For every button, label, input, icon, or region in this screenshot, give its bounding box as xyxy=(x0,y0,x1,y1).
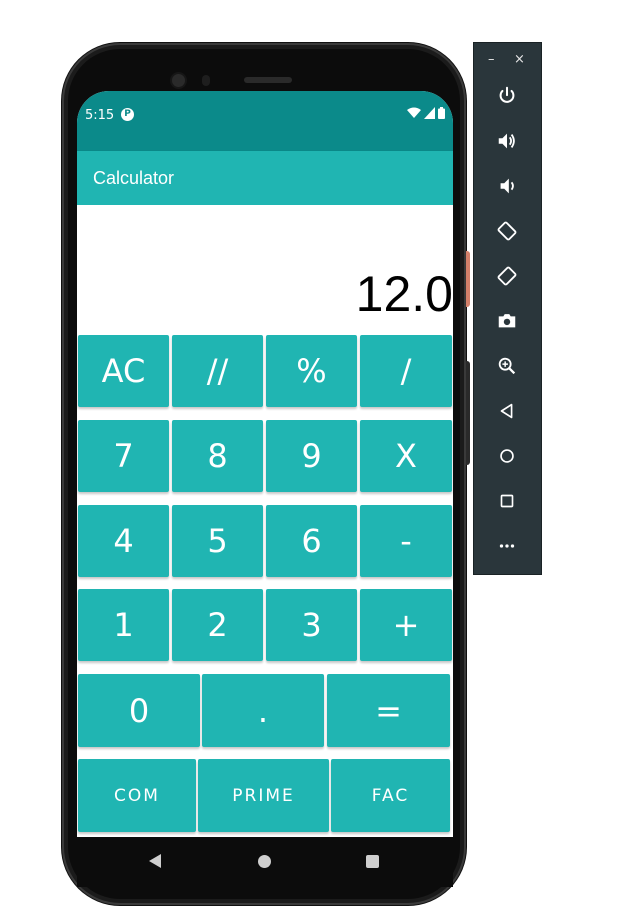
minimize-button[interactable]: – xyxy=(488,52,495,67)
key-decimal[interactable]: . xyxy=(202,674,324,747)
device-screen: 5:15 P Calculator 12.0 AC // % / 7 8 9 X… xyxy=(77,91,453,837)
status-time: 5:15 xyxy=(85,108,115,123)
nav-recents-icon[interactable] xyxy=(366,855,379,868)
key-multiply[interactable]: X xyxy=(360,420,452,492)
calculator-display: 12.0 xyxy=(77,205,453,335)
rotate-left-icon[interactable] xyxy=(495,219,519,243)
key-add[interactable]: + xyxy=(360,589,452,661)
status-bar: 5:15 P xyxy=(77,91,453,151)
power-side-button[interactable] xyxy=(466,251,470,307)
key-8[interactable]: 8 xyxy=(172,420,263,492)
proximity-sensor xyxy=(202,75,210,86)
key-6[interactable]: 6 xyxy=(266,505,357,577)
key-percent[interactable]: % xyxy=(266,335,357,407)
volume-down-icon[interactable] xyxy=(495,174,519,198)
key-fac[interactable]: FAC xyxy=(331,759,450,832)
camera-icon[interactable] xyxy=(495,309,519,333)
key-prime[interactable]: PRIME xyxy=(198,759,329,832)
volume-up-icon[interactable] xyxy=(495,129,519,153)
notification-p-icon: P xyxy=(121,108,134,121)
key-4[interactable]: 4 xyxy=(78,505,169,577)
key-9[interactable]: 9 xyxy=(266,420,357,492)
key-2[interactable]: 2 xyxy=(172,589,263,661)
key-5[interactable]: 5 xyxy=(172,505,263,577)
signal-icon xyxy=(424,107,435,119)
navigation-bar xyxy=(77,837,453,887)
status-icons xyxy=(407,107,445,119)
nav-home-icon[interactable] xyxy=(258,855,271,868)
power-icon[interactable] xyxy=(495,84,519,108)
key-7[interactable]: 7 xyxy=(78,420,169,492)
key-clear[interactable]: AC xyxy=(78,335,169,407)
front-camera xyxy=(172,74,185,87)
key-0[interactable]: 0 xyxy=(78,674,200,747)
key-floor-divide[interactable]: // xyxy=(172,335,263,407)
nav-back-icon[interactable] xyxy=(149,854,161,868)
more-icon[interactable] xyxy=(495,534,519,558)
key-equals[interactable]: = xyxy=(327,674,450,747)
battery-icon xyxy=(438,107,445,119)
key-subtract[interactable]: - xyxy=(360,505,452,577)
key-com[interactable]: COM xyxy=(78,759,196,832)
overview-icon[interactable] xyxy=(495,489,519,513)
app-title: Calculator xyxy=(93,168,175,188)
home-icon[interactable] xyxy=(495,444,519,468)
emulator-toolbar: – × xyxy=(473,42,542,575)
key-1[interactable]: 1 xyxy=(78,589,169,661)
key-3[interactable]: 3 xyxy=(266,589,357,661)
volume-side-button[interactable] xyxy=(466,361,470,465)
back-icon[interactable] xyxy=(495,399,519,423)
earpiece-speaker xyxy=(244,77,292,83)
zoom-icon[interactable] xyxy=(495,354,519,378)
wifi-icon xyxy=(407,107,421,118)
toolbar-window-controls: – × xyxy=(474,51,541,71)
rotate-right-icon[interactable] xyxy=(495,264,519,288)
close-button[interactable]: × xyxy=(514,52,525,67)
app-bar: Calculator xyxy=(77,151,453,205)
key-divide[interactable]: / xyxy=(360,335,452,407)
display-value: 12.0 xyxy=(355,266,453,322)
